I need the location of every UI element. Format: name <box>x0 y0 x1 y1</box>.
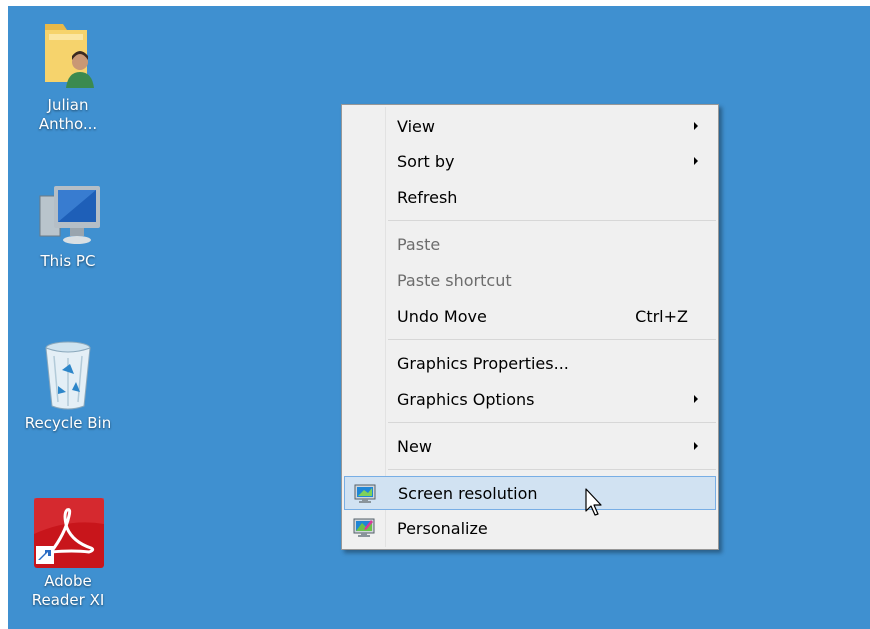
menu-item-undo-move[interactable]: Undo Move Ctrl+Z <box>344 299 716 333</box>
menu-item-graphics-options[interactable]: Graphics Options <box>344 382 716 416</box>
menu-item-refresh[interactable]: Refresh <box>344 180 716 214</box>
menu-item-new[interactable]: New <box>344 429 716 463</box>
menu-item-label: Refresh <box>397 188 458 207</box>
menu-item-label: Paste shortcut <box>397 271 512 290</box>
menu-item-graphics-properties[interactable]: Graphics Properties... <box>344 346 716 380</box>
desktop-icon-label: Antho... <box>38 115 98 133</box>
desktop-context-menu: View Sort by Refresh Paste Paste shortcu… <box>341 104 719 550</box>
adobe-reader-icon <box>34 498 104 568</box>
mouse-pointer-icon <box>585 488 602 516</box>
menu-item-sort-by[interactable]: Sort by <box>344 144 716 178</box>
desktop-icon-label: Reader XI <box>31 591 105 609</box>
recycle-bin-icon <box>45 341 91 410</box>
menu-item-screen-resolution[interactable]: Screen resolution <box>344 476 716 510</box>
computer-icon <box>39 186 100 244</box>
desktop-icon-recycle-bin[interactable]: Recycle Bin <box>8 336 128 433</box>
desktop: Julian Antho... This PC Recycle Bin Adob… <box>8 6 870 629</box>
menu-item-view[interactable]: View <box>344 109 716 143</box>
desktop-icon-label: Recycle Bin <box>24 414 112 432</box>
menu-separator <box>388 469 716 470</box>
menu-item-label: New <box>397 437 432 456</box>
menu-item-paste-shortcut: Paste shortcut <box>344 263 716 297</box>
user-folder-icon <box>45 24 94 88</box>
menu-item-personalize[interactable]: Personalize <box>344 511 716 545</box>
menu-item-label: View <box>397 117 435 136</box>
menu-item-label: Graphics Options <box>397 390 535 409</box>
desktop-icon-julian[interactable]: Julian Antho... <box>8 16 128 134</box>
submenu-arrow-icon <box>694 122 698 130</box>
menu-separator <box>388 220 716 221</box>
menu-item-label: Paste <box>397 235 441 254</box>
desktop-icon-label: This PC <box>40 252 96 270</box>
submenu-arrow-icon <box>694 442 698 450</box>
desktop-icon-adobe-reader[interactable]: Adobe Reader XI <box>8 494 128 610</box>
menu-item-label: Personalize <box>397 519 488 538</box>
menu-item-label: Graphics Properties... <box>397 354 569 373</box>
menu-item-label: Sort by <box>397 152 455 171</box>
menu-separator <box>388 422 716 423</box>
submenu-arrow-icon <box>694 395 698 403</box>
menu-item-shortcut: Ctrl+Z <box>635 307 688 326</box>
personalize-icon <box>353 518 375 542</box>
menu-item-label: Undo Move <box>397 307 487 326</box>
submenu-arrow-icon <box>694 157 698 165</box>
menu-separator <box>388 339 716 340</box>
desktop-icon-label: Adobe <box>44 572 92 590</box>
desktop-icon-this-pc[interactable]: This PC <box>8 182 128 271</box>
desktop-icon-label: Julian <box>47 96 89 114</box>
screen-resolution-icon <box>354 484 376 508</box>
menu-item-label: Screen resolution <box>398 484 538 503</box>
menu-item-paste: Paste <box>344 227 716 261</box>
